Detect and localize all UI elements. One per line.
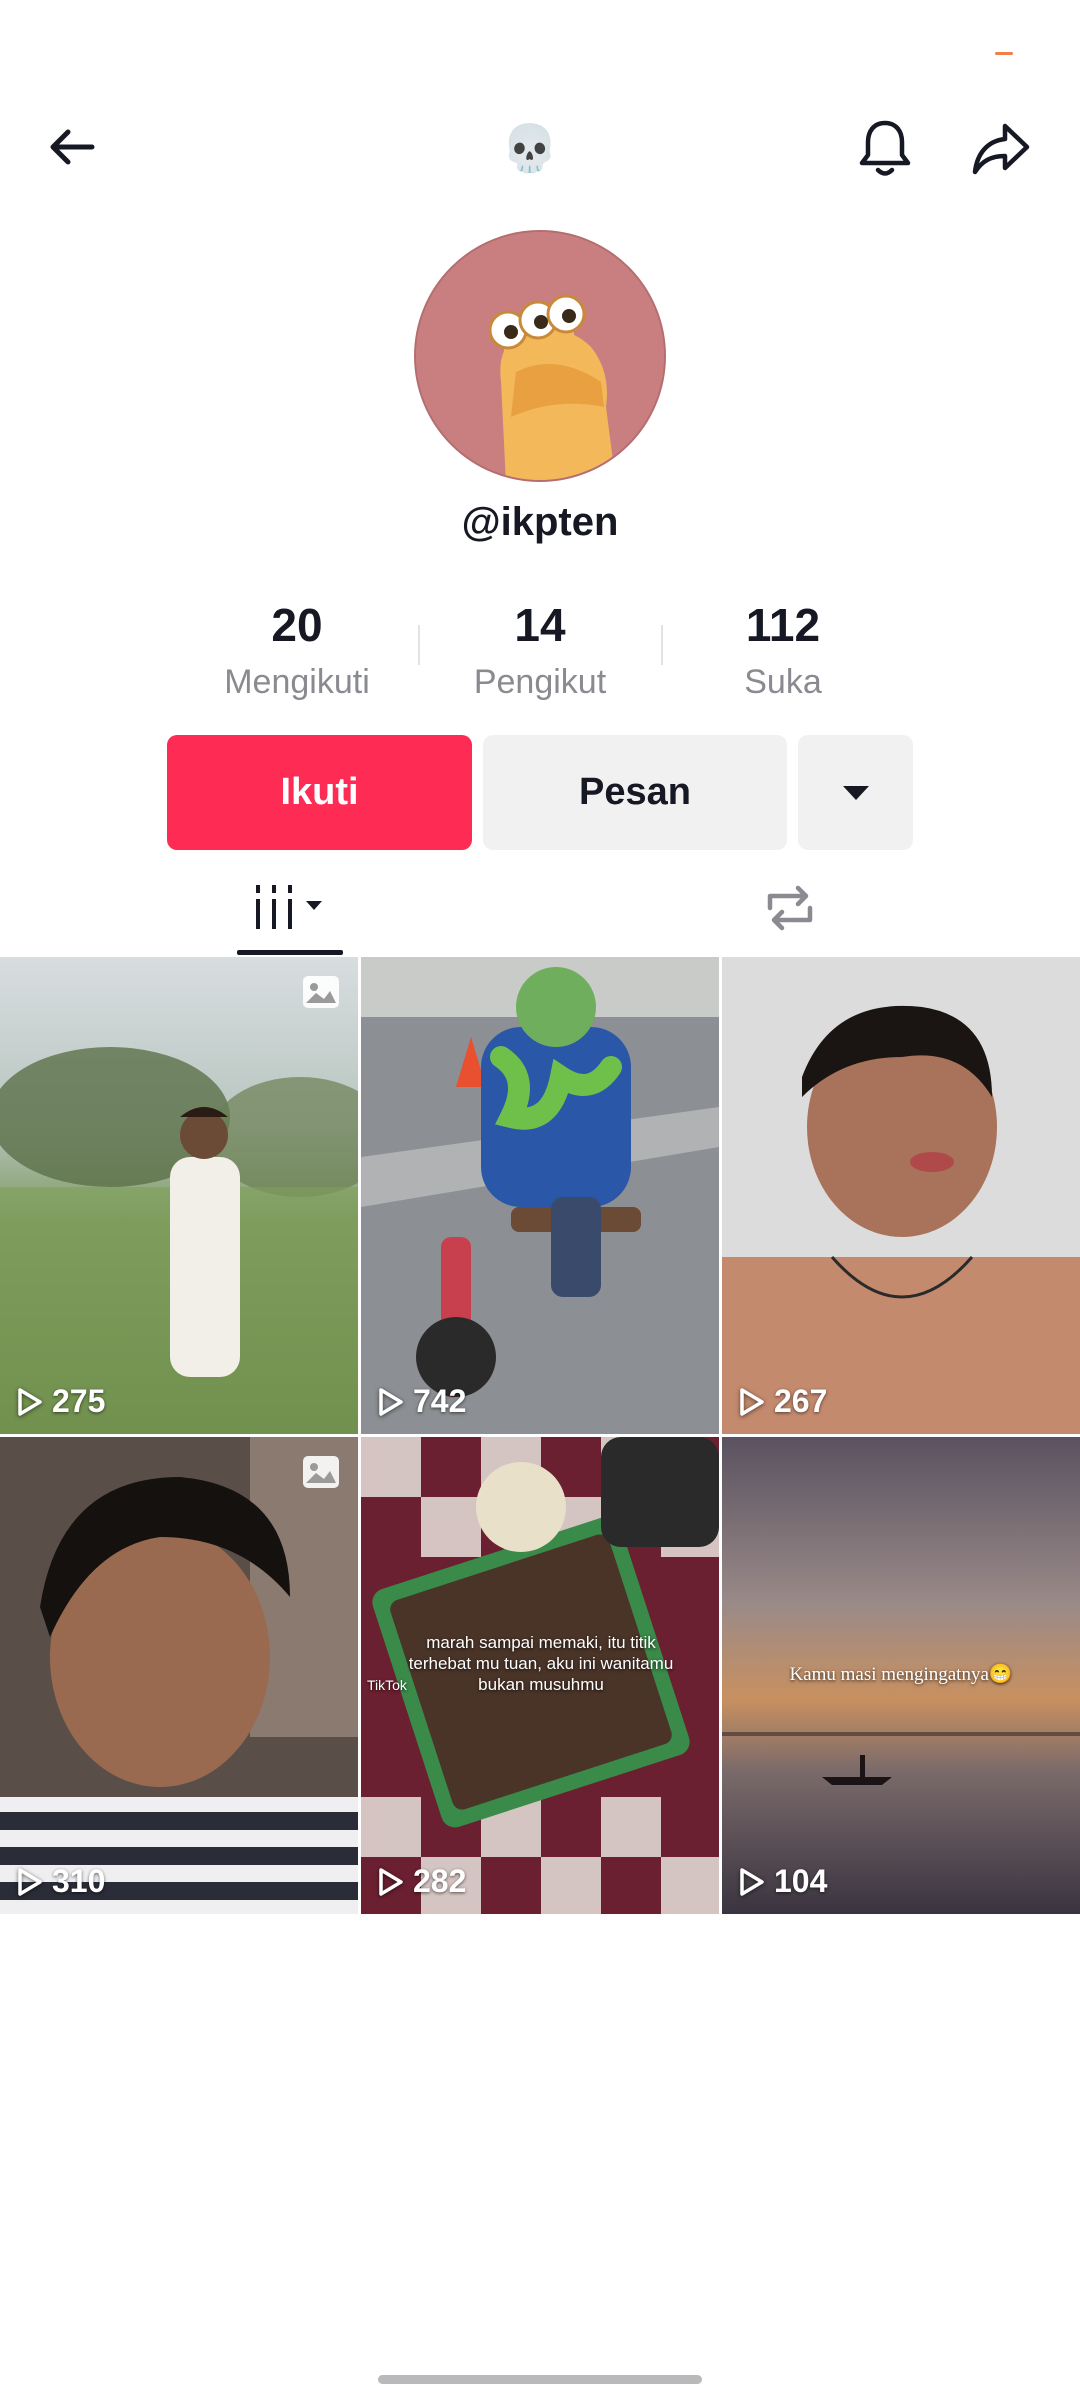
play-icon [379, 1867, 403, 1896]
stat-divider [661, 625, 663, 665]
view-count-value: 742 [413, 1383, 467, 1419]
photo-post-icon [303, 976, 339, 1008]
follow-button[interactable]: Ikuti [167, 735, 472, 850]
profile-nickname-emoji: 💀 [501, 121, 559, 174]
profile-avatar[interactable] [414, 230, 666, 482]
grid-icon [256, 884, 322, 929]
view-count-value: 282 [413, 1863, 467, 1899]
play-icon [740, 1387, 764, 1416]
stat-following-label: Mengikuti [224, 663, 370, 701]
video-thumbnail [0, 1437, 358, 1914]
stat-likes[interactable]: 112 Suka [683, 595, 883, 707]
view-count-value: 275 [52, 1383, 106, 1419]
status-indicator [995, 52, 1013, 55]
view-count: 282 [377, 1863, 466, 1900]
stat-likes-label: Suka [744, 663, 822, 701]
share-profile-button[interactable] [956, 103, 1046, 193]
more-options-button[interactable] [798, 735, 913, 850]
video-tile[interactable]: Kamu masi mengingatnya😁 104 [722, 1437, 1080, 1914]
video-tile[interactable]: 275 [0, 957, 358, 1434]
profile-actions: Ikuti Pesan [0, 735, 1080, 850]
video-caption-overlay: marah sampai memaki, itu titik terhebat … [408, 1633, 674, 1694]
view-count: 104 [738, 1863, 827, 1900]
tiktok-watermark: TikTok [367, 1677, 407, 1693]
profile-page: 💀 @ikpten 20 Mengikuti 14 Pengikut 112 S… [0, 0, 1080, 2400]
home-indicator[interactable] [378, 2375, 702, 2384]
bell-icon [859, 120, 911, 176]
profile-username: @ikpten [461, 500, 619, 544]
view-count-value: 267 [774, 1383, 828, 1419]
stat-followers-label: Pengikut [473, 663, 607, 701]
back-button[interactable] [30, 105, 114, 189]
view-count-value: 104 [774, 1863, 828, 1899]
caret-down-icon [842, 785, 869, 800]
video-tile[interactable]: 267 [722, 957, 1080, 1434]
view-count: 310 [16, 1863, 105, 1900]
play-icon [18, 1387, 42, 1416]
video-tile[interactable]: 742 [361, 957, 719, 1434]
view-count: 275 [16, 1383, 105, 1420]
video-thumbnail [722, 957, 1080, 1434]
tab-videos[interactable] [225, 860, 355, 955]
profile-tabs [0, 860, 1080, 955]
stat-divider [418, 625, 420, 665]
video-thumbnail [0, 957, 358, 1434]
view-count: 267 [738, 1383, 827, 1420]
repost-icon [767, 885, 813, 930]
video-thumbnail [361, 957, 719, 1434]
share-arrow-icon [972, 123, 1030, 175]
active-tab-indicator [237, 950, 343, 955]
stat-following[interactable]: 20 Mengikuti [197, 595, 397, 707]
photo-post-icon [303, 1456, 339, 1488]
play-icon [18, 1867, 42, 1896]
tab-reposts[interactable] [725, 860, 855, 955]
notification-bell-button[interactable] [840, 103, 930, 193]
video-tile[interactable]: marah sampai memaki, itu titik terhebat … [361, 1437, 719, 1914]
stat-followers-value: 14 [514, 599, 566, 651]
stat-followers[interactable]: 14 Pengikut [440, 595, 640, 707]
view-count: 742 [377, 1383, 466, 1420]
video-caption-overlay: Kamu masi mengingatnya😁 [789, 1664, 1013, 1685]
view-count-value: 310 [52, 1863, 106, 1899]
stat-following-value: 20 [271, 599, 323, 651]
top-bar: 💀 [0, 95, 1080, 190]
play-icon [740, 1867, 764, 1896]
video-tile[interactable]: 310 [0, 1437, 358, 1914]
stat-likes-value: 112 [745, 599, 821, 651]
arrow-left-icon [50, 129, 95, 165]
profile-stats: 20 Mengikuti 14 Pengikut 112 Suka [0, 595, 1080, 715]
avatar-illustration [416, 232, 664, 480]
message-button[interactable]: Pesan [483, 735, 787, 850]
play-icon [379, 1387, 403, 1416]
